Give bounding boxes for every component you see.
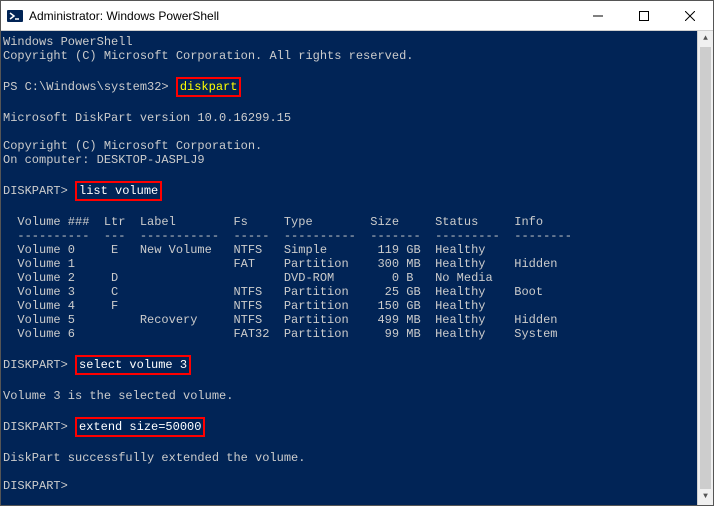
blank	[3, 465, 713, 479]
titlebar: Administrator: Windows PowerShell	[1, 1, 713, 31]
diskpart-version: Microsoft DiskPart version 10.0.16299.15	[3, 111, 713, 125]
maximize-button[interactable]	[621, 1, 667, 30]
prompt-diskpart: PS C:\Windows\system32> diskpart	[3, 77, 713, 97]
diskpart-computer: On computer: DESKTOP-JASPLJ9	[3, 153, 713, 167]
cmd-extend: extend size=50000	[79, 420, 201, 434]
table-row: Volume 0 E New Volume NTFS Simple 119 GB…	[3, 243, 713, 257]
scroll-down-icon[interactable]: ▼	[698, 489, 713, 505]
scroll-up-icon[interactable]: ▲	[698, 31, 713, 47]
table-row: Volume 1 FAT Partition 300 MB Healthy Hi…	[3, 257, 713, 271]
blank	[3, 437, 713, 451]
prompt-extend: DISKPART> extend size=50000	[3, 417, 713, 437]
blank	[3, 201, 713, 215]
blank	[3, 125, 713, 139]
prompt-list-volume: DISKPART> list volume	[3, 181, 713, 201]
table-row: Volume 2 D DVD-ROM 0 B No Media	[3, 271, 713, 285]
dp-prompt: DISKPART>	[3, 420, 75, 434]
table-row: Volume 3 C NTFS Partition 25 GB Healthy …	[3, 285, 713, 299]
table-row: Volume 6 FAT32 Partition 99 MB Healthy S…	[3, 327, 713, 341]
dp-prompt: DISKPART>	[3, 184, 75, 198]
extend-result: DiskPart successfully extended the volum…	[3, 451, 713, 465]
table-header: Volume ### Ltr Label Fs Type Size Status…	[3, 215, 713, 229]
blank	[3, 97, 713, 111]
window-title: Administrator: Windows PowerShell	[29, 9, 575, 23]
cmd-diskpart: diskpart	[180, 80, 238, 94]
scrollbar-track[interactable]	[698, 47, 713, 489]
scrollbar[interactable]: ▲ ▼	[697, 31, 713, 505]
terminal-content: Windows PowerShell Copyright (C) Microso…	[1, 31, 713, 505]
ps-prompt: PS C:\Windows\system32>	[3, 80, 176, 94]
window-controls	[575, 1, 713, 30]
close-button[interactable]	[667, 1, 713, 30]
prompt-select-volume: DISKPART> select volume 3	[3, 355, 713, 375]
blank	[3, 167, 713, 181]
scrollbar-thumb[interactable]	[700, 47, 711, 489]
header-line1: Windows PowerShell	[3, 35, 713, 49]
minimize-button[interactable]	[575, 1, 621, 30]
table-row: Volume 5 Recovery NTFS Partition 499 MB …	[3, 313, 713, 327]
blank	[3, 341, 713, 355]
diskpart-copyright: Copyright (C) Microsoft Corporation.	[3, 139, 713, 153]
blank	[3, 375, 713, 389]
blank	[3, 63, 713, 77]
select-result: Volume 3 is the selected volume.	[3, 389, 713, 403]
cmd-list-volume: list volume	[79, 184, 158, 198]
terminal[interactable]: Windows PowerShell Copyright (C) Microso…	[1, 31, 713, 505]
dp-prompt: DISKPART>	[3, 358, 75, 372]
header-line2: Copyright (C) Microsoft Corporation. All…	[3, 49, 713, 63]
table-divider: ---------- --- ----------- ----- -------…	[3, 229, 713, 243]
powershell-icon	[7, 8, 23, 24]
prompt-final: DISKPART>	[3, 479, 713, 493]
table-row: Volume 4 F NTFS Partition 150 GB Healthy	[3, 299, 713, 313]
blank	[3, 403, 713, 417]
cmd-select-volume: select volume 3	[79, 358, 187, 372]
volume-table-body: Volume 0 E New Volume NTFS Simple 119 GB…	[3, 243, 713, 341]
